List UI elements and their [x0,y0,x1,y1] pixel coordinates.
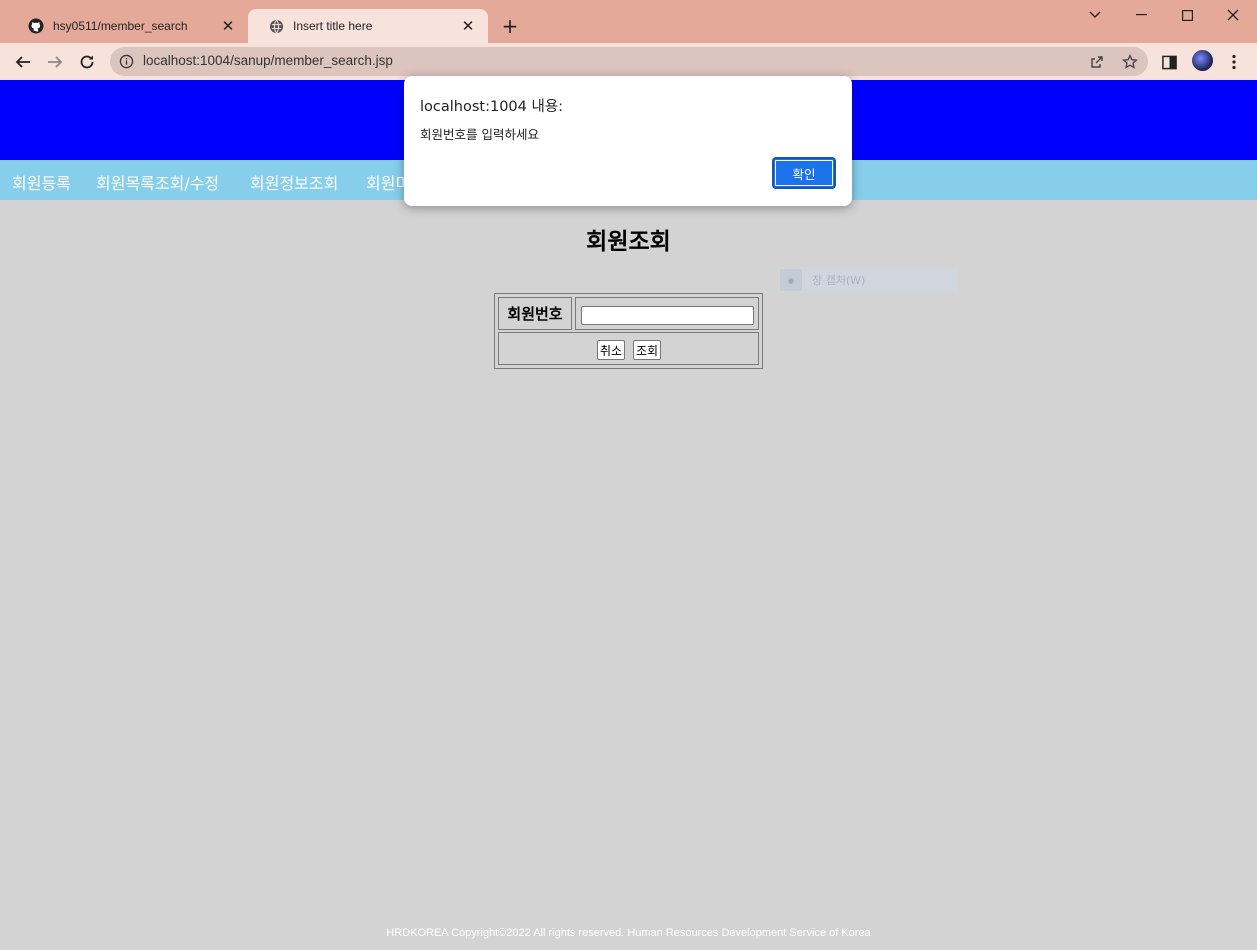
tab-title: hsy0511/member_search [53,19,188,33]
alert-dialog: localhost:1004 내용: 회원번호를 입력하세요 확인 [404,76,852,206]
arrow-left-icon [15,56,30,68]
address-bar[interactable]: localhost:1004/sanup/member_search.jsp [110,47,1148,76]
close-icon [1227,9,1239,21]
capture-icon: ◉ [780,269,802,291]
dialog-title: localhost:1004 내용: [420,99,564,115]
minimize-icon [1135,14,1147,16]
tab-search-button[interactable] [1072,0,1118,30]
page-title: 회원조회 [586,229,671,255]
dialog-message: 회원번호를 입력하세요 [420,127,539,142]
page-footer: HRDKOREA Copyright©2022 All rights reser… [386,927,871,939]
info-icon[interactable] [118,53,135,70]
maximize-icon [1181,9,1193,21]
profile-avatar[interactable] [1192,50,1213,71]
reload-button[interactable] [74,49,100,75]
reload-icon [80,55,94,69]
tab-title: Insert title here [293,19,373,33]
browser-toolbar: localhost:1004/sanup/member_search.jsp [0,43,1257,80]
bookmark-star-icon[interactable] [1120,52,1140,72]
tab-insert-title[interactable]: Insert title here ✕ [248,9,488,43]
nav-link-member-list[interactable]: 회원목록조회/수정 [96,170,219,194]
github-icon [28,18,44,34]
member-number-cell [575,297,759,330]
search-button[interactable]: 조회 [633,340,662,360]
share-icon[interactable] [1087,52,1107,72]
browser-tab-bar: hsy0511/member_search ✕ Insert title her… [0,0,1257,43]
maximize-button[interactable] [1164,0,1210,30]
form-actions: 취소 조회 [498,332,759,365]
back-button[interactable] [10,49,36,75]
chevron-down-icon [1089,11,1101,18]
new-tab-button[interactable]: + [498,14,522,38]
member-search-form: 회원번호 취소 조회 [494,293,763,369]
tab-github[interactable]: hsy0511/member_search ✕ [8,9,248,43]
globe-icon [268,18,284,34]
minimize-button[interactable] [1118,0,1164,30]
capture-hint-overlay: ◉ 장 캡처(W) [780,268,958,292]
cancel-button[interactable]: 취소 [597,340,626,360]
arrow-right-icon [48,56,63,68]
url-text: localhost:1004/sanup/member_search.jsp [143,53,393,68]
nav-link-member-register[interactable]: 회원등록 [12,170,71,194]
dialog-ok-button[interactable]: 확인 [772,157,836,189]
member-number-label: 회원번호 [498,297,572,330]
member-number-input[interactable] [581,306,754,325]
side-panel-icon[interactable] [1158,51,1180,73]
close-icon[interactable]: ✕ [220,18,236,35]
forward-button[interactable] [42,49,68,75]
capture-hint-label: 장 캡처(W) [812,274,866,287]
more-menu-icon[interactable] [1223,51,1245,73]
close-icon[interactable]: ✕ [460,18,476,35]
nav-link-member-info[interactable]: 회원정보조회 [250,170,338,194]
window-close-button[interactable] [1210,0,1256,30]
